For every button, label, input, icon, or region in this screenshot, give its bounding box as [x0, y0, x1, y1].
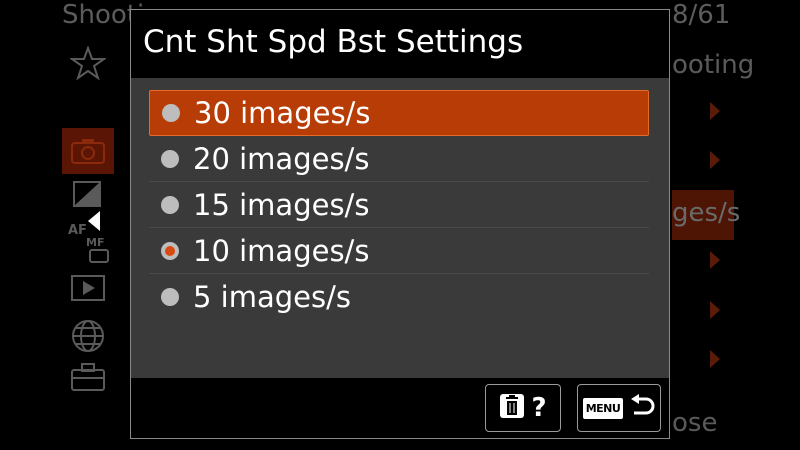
globe-icon — [70, 318, 106, 358]
option-label: 30 images/s — [194, 96, 371, 130]
background-item-text: ooting — [672, 50, 755, 80]
help-label: ? — [531, 393, 547, 423]
option-10-images[interactable]: 10 images/s — [149, 228, 649, 274]
background-page-number: 8/61 — [672, 0, 731, 30]
delete-help-button[interactable]: ? — [485, 384, 561, 432]
chevron-right-icon — [710, 102, 720, 120]
options-list: 30 images/s 20 images/s 15 images/s 10 i… — [149, 90, 649, 320]
dialog-title-bar: Cnt Sht Spd Bst Settings — [131, 10, 669, 78]
background-item-text: ges/s — [672, 198, 741, 228]
svg-text:MF: MF — [86, 236, 104, 249]
chevron-right-icon — [710, 151, 720, 169]
chevron-right-icon — [710, 301, 720, 319]
dialog-title: Cnt Sht Spd Bst Settings — [143, 24, 524, 60]
option-label: 10 images/s — [193, 233, 370, 268]
playback-icon — [70, 274, 106, 306]
chevron-right-icon — [710, 350, 720, 368]
svg-text:AF: AF — [68, 223, 87, 238]
option-20-images[interactable]: 20 images/s — [149, 136, 649, 182]
back-arrow-icon[interactable] — [88, 211, 100, 231]
option-15-images[interactable]: 15 images/s — [149, 182, 649, 228]
radio-button — [162, 104, 180, 122]
star-icon — [68, 45, 108, 84]
toolbox-icon — [70, 362, 106, 396]
dialog-footer: ? MENU — [131, 378, 669, 438]
settings-dialog: Cnt Sht Spd Bst Settings 30 images/s 20 … — [130, 9, 670, 439]
option-5-images[interactable]: 5 images/s — [149, 274, 649, 320]
return-arrow-icon — [629, 393, 655, 423]
option-30-images[interactable]: 30 images/s — [149, 90, 649, 136]
option-label: 20 images/s — [193, 141, 370, 176]
radio-button — [161, 149, 179, 168]
menu-key-label: MENU — [582, 397, 624, 419]
trash-icon — [499, 393, 525, 423]
background-item-text: ose — [672, 408, 718, 438]
camera-icon — [70, 137, 106, 169]
radio-button — [161, 195, 179, 214]
exposure-icon — [72, 180, 102, 212]
option-label: 15 images/s — [193, 187, 370, 222]
radio-button-checked — [161, 241, 179, 260]
chevron-right-icon — [710, 251, 720, 269]
menu-back-button[interactable]: MENU — [577, 384, 661, 432]
radio-button — [161, 288, 179, 306]
option-label: 5 images/s — [193, 280, 351, 314]
